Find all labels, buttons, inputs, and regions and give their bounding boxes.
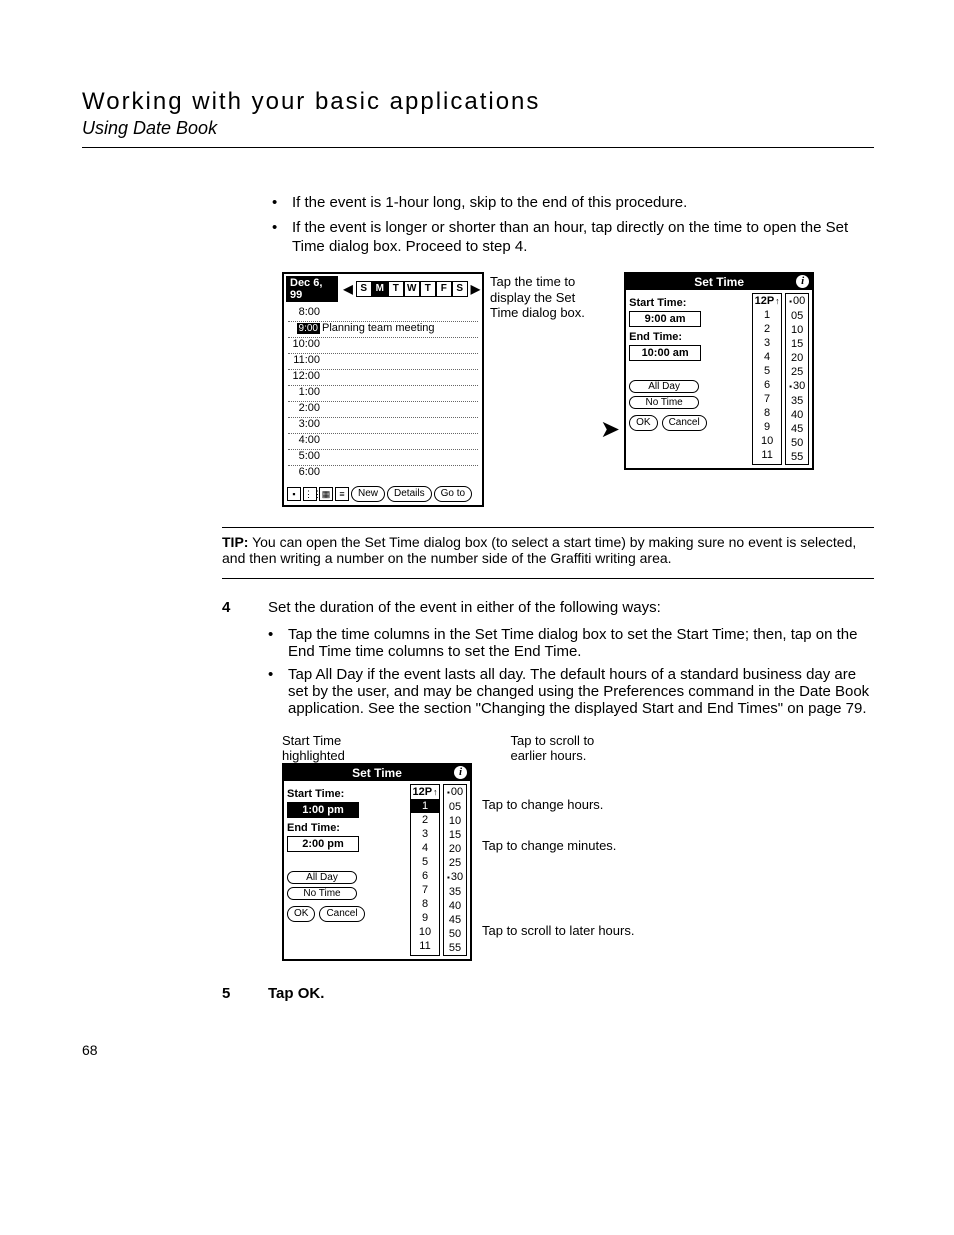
- step-5: 5 Tap OK.: [222, 985, 874, 1002]
- end-time-field-2[interactable]: 2:00 pm: [287, 836, 359, 852]
- intro-bullet-2: If the event is longer or shorter than a…: [272, 219, 874, 257]
- intro-bullet-1: If the event is 1-hour long, skip to the…: [272, 194, 874, 213]
- set-time-dialog-2: Set Time i Start Time: 1:00 pm End Time:…: [282, 763, 472, 961]
- start-time-field[interactable]: 9:00 am: [629, 311, 701, 327]
- tip-label: TIP:: [222, 534, 248, 550]
- dialog-title-2: Set Time: [352, 766, 402, 780]
- step4-bullet-2: Tap All Day if the event lasts all day. …: [268, 666, 874, 717]
- datebook-screen: Dec 6, 99 ◀ S M T W T F S ▶ 8:00 9:00Pla…: [282, 272, 484, 507]
- header-subtitle: Using Date Book: [82, 118, 874, 139]
- intro-bullets: If the event is 1-hour long, skip to the…: [272, 194, 874, 256]
- no-time-button[interactable]: No Time: [629, 396, 699, 409]
- start-time-label-2: Start Time:: [287, 788, 407, 800]
- no-time-button-2[interactable]: No Time: [287, 887, 357, 900]
- figure-2: Start Time highlighted Tap to scroll to …: [282, 733, 874, 961]
- fig2-label-minutes: Tap to change minutes.: [482, 838, 634, 853]
- fig2-label-scroll-later: Tap to scroll to later hours.: [482, 923, 634, 938]
- weekview-icon[interactable]: ⋮⋮: [303, 487, 317, 501]
- details-button[interactable]: Details: [387, 486, 432, 502]
- ok-button[interactable]: OK: [629, 415, 657, 431]
- dialog-title: Set Time: [694, 275, 744, 289]
- hour-column[interactable]: 12P↑ 1 2 3 4 5 6 7 8 9 10 11: [752, 293, 782, 465]
- prev-week-icon[interactable]: ◀: [344, 282, 353, 296]
- minute-column-2[interactable]: 00 05 10 15 20 25 30 35 40 45 50 55: [443, 784, 467, 956]
- new-button[interactable]: New: [351, 486, 385, 502]
- hour-column-2[interactable]: 12P↑ 1 2 3 4 5 6 7 8 9 10 11: [410, 784, 440, 956]
- info-icon-2[interactable]: i: [454, 766, 467, 779]
- step4-bullet-1: Tap the time columns in the Set Time dia…: [268, 626, 874, 660]
- all-day-button-2[interactable]: All Day: [287, 871, 357, 884]
- minute-column[interactable]: 00 05 10 15 20 25 30 35 40 45 50 55: [785, 293, 809, 465]
- fig2-label-hours: Tap to change hours.: [482, 797, 634, 812]
- cancel-button[interactable]: Cancel: [662, 415, 707, 431]
- info-icon[interactable]: i: [796, 275, 809, 288]
- start-time-label: Start Time:: [629, 297, 749, 309]
- step-4-text: Set the duration of the event in either …: [268, 599, 874, 616]
- date-label: Dec 6, 99: [286, 276, 338, 302]
- start-time-field-2[interactable]: 1:00 pm: [287, 802, 359, 818]
- end-time-label: End Time:: [629, 331, 749, 343]
- tip-text: You can open the Set Time dialog box (to…: [222, 534, 856, 566]
- figure1-caption: Tap the time to display the Set Time dia…: [484, 272, 596, 321]
- agendaview-icon[interactable]: ≡: [335, 487, 349, 501]
- fig2-label-start-highlight: Start Time highlighted: [282, 733, 386, 763]
- header-title: Working with your basic applications: [82, 88, 874, 116]
- next-week-icon[interactable]: ▶: [471, 282, 480, 296]
- dayview-icon[interactable]: ▪: [287, 487, 301, 501]
- tip-box: TIP: You can open the Set Time dialog bo…: [222, 534, 874, 572]
- monthview-icon[interactable]: ▦: [319, 487, 333, 501]
- step-5-text: Tap OK.: [268, 985, 324, 1002]
- page-header: Working with your basic applications Usi…: [82, 88, 874, 148]
- figure-1: Dec 6, 99 ◀ S M T W T F S ▶ 8:00 9:00Pla…: [282, 272, 874, 507]
- all-day-button[interactable]: All Day: [629, 380, 699, 393]
- day-selector[interactable]: S M T W T F S: [356, 281, 468, 297]
- step-4: 4 Set the duration of the event in eithe…: [222, 599, 874, 723]
- set-time-dialog-1: Set Time i Start Time: 9:00 am End Time:…: [624, 272, 814, 470]
- page-number: 68: [82, 1042, 874, 1058]
- end-time-label-2: End Time:: [287, 822, 407, 834]
- cancel-button-2[interactable]: Cancel: [319, 906, 364, 922]
- hour-list[interactable]: 8:00 9:00Planning team meeting 10:00 11:…: [284, 304, 482, 483]
- goto-button[interactable]: Go to: [434, 486, 472, 502]
- fig2-label-scroll-earlier: Tap to scroll to earlier hours.: [510, 733, 634, 763]
- ok-button-2[interactable]: OK: [287, 906, 315, 922]
- arrow-right-icon: ➤: [596, 415, 624, 444]
- end-time-field[interactable]: 10:00 am: [629, 345, 701, 361]
